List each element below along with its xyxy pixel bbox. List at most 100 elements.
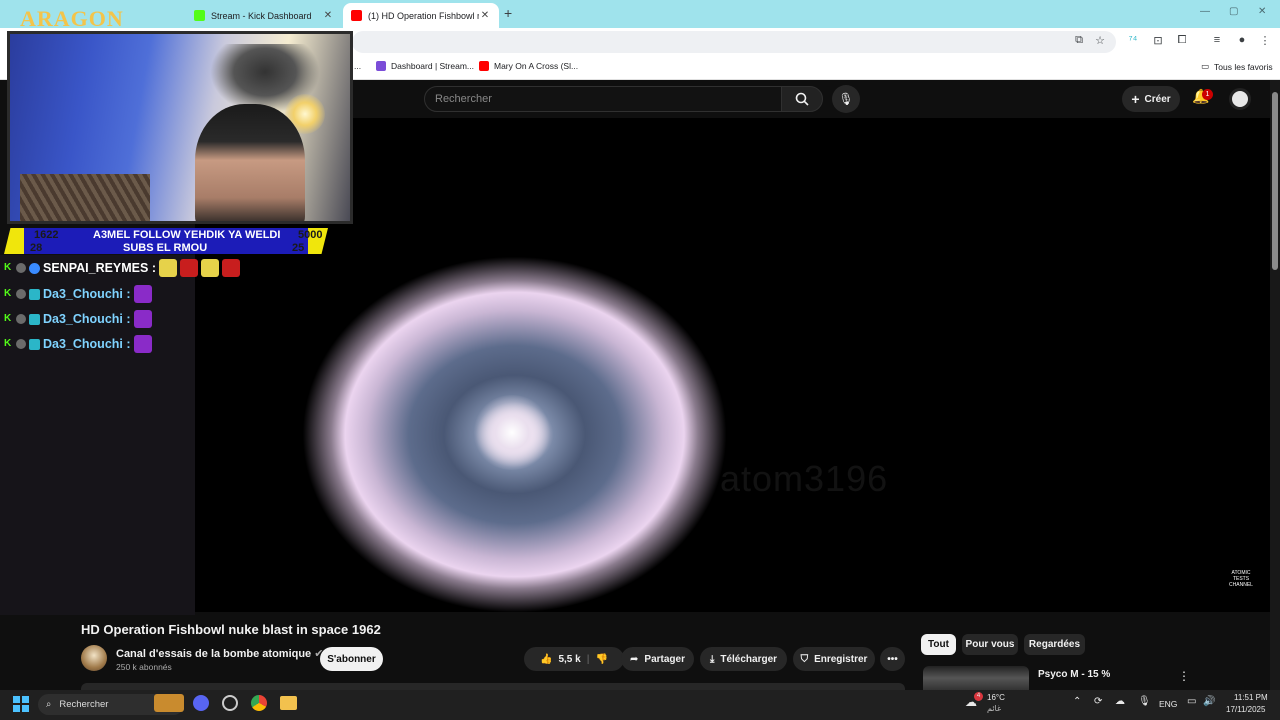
chat-username: Da3_Chouchi : — [43, 312, 131, 326]
download-button[interactable]: ⤓ Télécharger — [700, 647, 787, 671]
moon-badge-icon — [16, 263, 26, 273]
bookmark-item[interactable]: ... — [354, 61, 361, 71]
moon-badge-icon — [16, 289, 26, 299]
discord-icon[interactable] — [193, 695, 209, 711]
webcam-overlay — [7, 31, 353, 224]
scrollbar-thumb[interactable] — [1272, 92, 1278, 270]
account-avatar[interactable] — [1229, 88, 1251, 110]
save-button[interactable]: ⛉ Enregistrer — [793, 647, 875, 671]
chip-for-you[interactable]: Pour vous — [962, 634, 1018, 655]
banner-subs-count: 28 — [30, 242, 43, 254]
tab-youtube-video[interactable]: (1) HD Operation Fishbowl nuke ✕ — [343, 3, 499, 28]
recommended-video-menu-icon[interactable]: ⋮ — [1178, 669, 1190, 683]
subscriber-badge-icon — [29, 288, 40, 300]
bookmark-stream-dashboard[interactable]: Dashboard | Stream... — [376, 61, 474, 71]
youtube-favicon-icon — [479, 61, 489, 71]
streamer-logo: ARAGON — [20, 6, 124, 31]
chat-username: Da3_Chouchi : — [43, 337, 131, 351]
clock-date[interactable]: 17/11/2025 — [1226, 705, 1265, 714]
network-icon[interactable]: ▭ — [1187, 696, 1196, 707]
create-button[interactable]: + Créer — [1122, 86, 1180, 112]
file-explorer-icon[interactable] — [280, 696, 297, 710]
address-bar[interactable] — [352, 31, 1116, 53]
moon-badge-icon — [16, 314, 26, 324]
all-bookmarks[interactable]: ▭ Tous les favoris — [1201, 61, 1273, 72]
video-title: HD Operation Fishbowl nuke blast in spac… — [81, 622, 381, 637]
profile-icon[interactable]: ● — [1235, 34, 1249, 46]
window-close-icon[interactable]: ✕ — [1258, 6, 1266, 17]
microphone-icon[interactable]: 🎙 — [1138, 696, 1151, 707]
bookmark-star-icon[interactable]: ☆ — [1093, 34, 1107, 47]
minimize-icon[interactable]: — — [1200, 6, 1210, 17]
folder-icon: ▭ — [1201, 61, 1210, 71]
chrome-icon[interactable] — [251, 695, 267, 711]
sync-icon[interactable]: ⟳ — [1094, 696, 1102, 707]
search-input[interactable]: Rechercher — [424, 86, 782, 112]
subscriber-badge-icon — [29, 313, 40, 325]
notification-badge: 1 — [1202, 89, 1213, 100]
streamer-figure — [195, 104, 305, 221]
share-button[interactable]: ➦ Partager — [621, 647, 694, 671]
weather-description: غائم — [987, 704, 1002, 713]
thumbs-up-icon: 👍 — [540, 653, 553, 665]
voice-search-button[interactable]: 🎙 — [832, 85, 860, 113]
chat-message: K SENPAI_REYMES : — [4, 257, 240, 279]
clock-time[interactable]: 11:51 PM — [1234, 693, 1268, 702]
browser-menu-icon[interactable]: ⋮ — [1258, 34, 1272, 47]
volume-icon[interactable]: 🔊 — [1203, 696, 1215, 707]
kick-badge-icon: K — [4, 288, 12, 299]
bookmark-mary-on-a-cross[interactable]: Mary On A Cross (Sl... — [479, 61, 578, 71]
channel-avatar[interactable] — [81, 645, 107, 671]
banner-follow-goal-text: A3MEL FOLLOW YEHDIK YA WELDI — [93, 229, 281, 241]
emote-icon — [159, 259, 177, 277]
kick-badge-icon: K — [4, 262, 12, 273]
new-tab-button[interactable]: + — [504, 5, 512, 21]
banner-subs-goal-text: SUBS EL RMOU — [123, 242, 208, 254]
chip-all[interactable]: Tout — [921, 634, 956, 655]
extensions-puzzle-icon[interactable]: ⧠ — [1175, 34, 1189, 47]
recommended-video-thumbnail[interactable] — [923, 666, 1029, 690]
chat-username: Da3_Chouchi : — [43, 287, 131, 301]
banner-subs-target: 25 — [292, 242, 305, 254]
app-icon[interactable] — [222, 695, 238, 711]
weather-badge: 4 — [974, 692, 983, 701]
banner-follow-target: 5000 — [298, 229, 323, 241]
extension-box-icon[interactable]: ⊡ — [1151, 34, 1165, 47]
tab-kick-dashboard[interactable]: Stream - Kick Dashboard ✕ — [186, 3, 342, 28]
windows-start-icon[interactable] — [13, 696, 29, 712]
channel-watermark-logo: ATOMIC TESTS CHANNEL — [1229, 570, 1253, 588]
blast-core — [472, 395, 552, 470]
chip-watched[interactable]: Regardées — [1024, 634, 1085, 655]
media-control-icon[interactable]: ≡ — [1210, 34, 1224, 46]
close-tab-icon[interactable]: ✕ — [322, 10, 334, 21]
recommended-video-title[interactable]: Psyco M - 15 % — [1038, 669, 1110, 680]
install-app-icon[interactable]: ⧉ — [1072, 34, 1086, 47]
more-actions-button[interactable]: ••• — [880, 647, 905, 671]
input-language[interactable]: ENG — [1159, 699, 1177, 709]
tab-title: Stream - Kick Dashboard — [211, 10, 312, 21]
show-hidden-icons-chevron-icon[interactable]: ⌃ — [1073, 696, 1081, 707]
search-highlight-image — [154, 694, 184, 712]
extension-icon[interactable]: ⁷⁴ — [1126, 34, 1140, 46]
emote-icon — [133, 335, 152, 353]
wicker-chair — [20, 174, 150, 221]
channel-name[interactable]: Canal d'essais de la bombe atomique ✔ — [116, 647, 323, 660]
subscribe-button[interactable]: S'abonner — [320, 647, 383, 671]
windows-taskbar — [0, 690, 1280, 720]
plus-icon: + — [1131, 91, 1140, 107]
dislike-button[interactable]: 👎 — [596, 654, 608, 665]
close-tab-icon[interactable]: ✕ — [479, 10, 491, 21]
youtube-favicon-icon — [351, 10, 362, 21]
like-button[interactable]: 👍 5,5 k — [540, 654, 581, 665]
kick-favicon-icon — [194, 10, 205, 21]
kick-badge-icon: K — [4, 338, 12, 349]
search-button[interactable] — [781, 86, 823, 112]
description-box[interactable] — [81, 683, 905, 690]
like-dislike-group: 👍 5,5 k | 👎 — [524, 647, 624, 671]
emote-icon — [201, 259, 219, 277]
chat-message: K Da3_Chouchi : — [4, 308, 152, 330]
emote-icon — [222, 259, 240, 277]
maximize-icon[interactable]: ▢ — [1229, 6, 1238, 17]
onedrive-cloud-icon[interactable]: ☁ — [1115, 696, 1125, 707]
emote-icon — [133, 285, 152, 303]
